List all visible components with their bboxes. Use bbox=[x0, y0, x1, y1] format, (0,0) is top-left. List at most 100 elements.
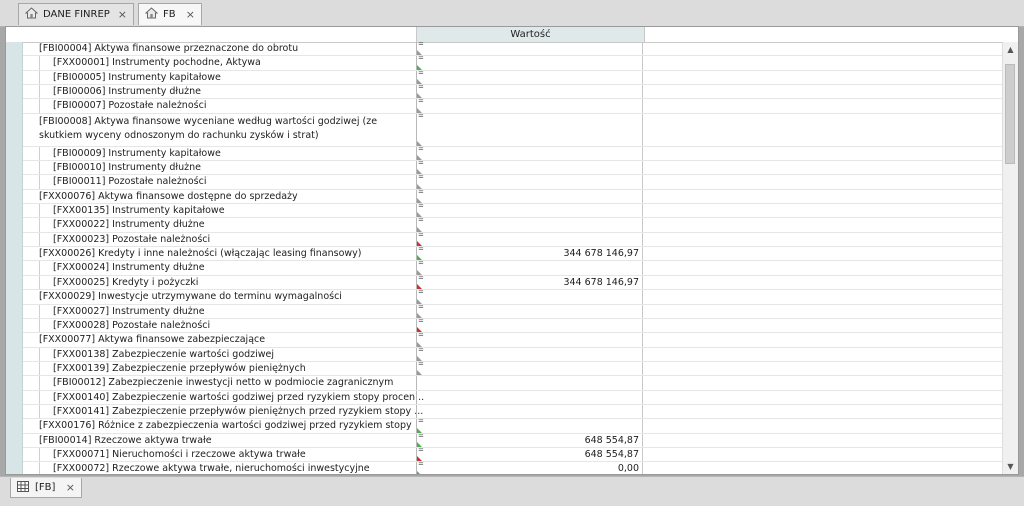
formula-marker-icon: = bbox=[418, 111, 424, 120]
row-label: [FXX00140] Zabezpieczenie wartości godzi… bbox=[53, 391, 425, 403]
home-icon bbox=[144, 7, 159, 22]
row-label: [FXX00022] Instrumenty dłużne bbox=[53, 219, 205, 231]
scroll-down-icon[interactable]: ▼ bbox=[1003, 459, 1018, 474]
close-icon[interactable]: × bbox=[66, 481, 75, 494]
row-label: [FBI00008] Aktywa finansowe wyceniane we… bbox=[39, 115, 378, 141]
cell-value: 344 678 146,97 bbox=[563, 248, 639, 260]
formula-marker-icon: = bbox=[418, 202, 424, 211]
value-cell[interactable]: = bbox=[416, 68, 643, 85]
formula-marker-icon: = bbox=[418, 83, 424, 92]
formula-marker-icon: = bbox=[418, 460, 424, 469]
value-cell[interactable]: = bbox=[416, 345, 643, 361]
table-row: [FXX00135] Instrumenty kapitałowe = bbox=[23, 202, 1003, 219]
value-cell[interactable]: = bbox=[416, 231, 643, 247]
formula-marker-icon: = bbox=[418, 273, 424, 282]
table-row: [FXX00025] Kredyty i pożyczki = 344 678 14… bbox=[23, 273, 1003, 291]
tab-fb[interactable]: FB × bbox=[138, 3, 202, 25]
tree-indent-line bbox=[39, 232, 40, 247]
table-row: [FXX00076] Aktywa finansowe dostępne do … bbox=[23, 188, 1003, 205]
row-label: [FXX00076] Aktywa finansowe dostępne do … bbox=[39, 190, 298, 202]
table-row: [FBI00010] Instrumenty dłużne = bbox=[23, 159, 1003, 176]
formula-marker-icon: = bbox=[418, 245, 424, 254]
table-row: [FXX00140] Zabezpieczenie wartości godzi… bbox=[23, 390, 1003, 405]
cell-value: 648 554,87 bbox=[584, 434, 639, 446]
value-cell[interactable]: = 648 554,87 bbox=[416, 446, 643, 462]
tree-indent-line bbox=[39, 56, 40, 70]
value-cell[interactable] bbox=[416, 376, 643, 390]
status-marker-icon bbox=[417, 370, 422, 376]
sheet-tab-fb[interactable]: [FB] × bbox=[10, 478, 82, 498]
formula-marker-icon: = bbox=[418, 54, 424, 63]
scroll-thumb[interactable] bbox=[1005, 64, 1015, 164]
value-cell[interactable]: = 0,00 bbox=[416, 460, 643, 475]
value-cell[interactable]: = 344 678 146,97 bbox=[416, 245, 643, 261]
row-gutter bbox=[6, 42, 23, 474]
formula-marker-icon: = bbox=[418, 302, 424, 311]
cell-value: 0,00 bbox=[617, 463, 639, 475]
value-cell[interactable]: = bbox=[416, 316, 643, 333]
value-cell[interactable] bbox=[416, 404, 643, 419]
formula-marker-icon: = bbox=[418, 431, 424, 440]
table-row: [FBI00009] Instrumenty kapitałowe = bbox=[23, 145, 1003, 162]
row-label: [FBI00005] Instrumenty kapitałowe bbox=[53, 71, 221, 83]
row-label: [FXX00001] Instrumenty pochodne, Aktywa bbox=[53, 57, 261, 69]
formula-marker-icon: = bbox=[418, 331, 424, 340]
scroll-up-icon[interactable]: ▲ bbox=[1003, 42, 1018, 57]
vertical-scrollbar[interactable]: ▲ ▼ bbox=[1002, 42, 1018, 474]
tree-indent-line bbox=[39, 361, 40, 376]
value-cell[interactable]: = bbox=[416, 360, 643, 376]
row-label: [FXX00135] Instrumenty kapitałowe bbox=[53, 205, 225, 217]
value-cell[interactable]: = bbox=[416, 188, 643, 204]
value-cell[interactable]: = bbox=[416, 97, 643, 113]
row-label: [FXX00176] Różnice z zabezpieczenia wart… bbox=[39, 420, 415, 432]
row-label: [FXX00139] Zabezpieczenie przepływów pie… bbox=[53, 362, 306, 374]
home-icon bbox=[24, 7, 39, 22]
row-label: [FXX00138] Zabezpieczenie wartości godzi… bbox=[53, 348, 275, 360]
row-label: [FXX00141] Zabezpieczenie przepływów pie… bbox=[53, 405, 424, 417]
value-cell[interactable]: = bbox=[416, 302, 643, 318]
table-row: [FXX00139] Zabezpieczenie przepływów pie… bbox=[23, 360, 1003, 377]
value-cell[interactable]: = bbox=[416, 216, 643, 232]
tab-dane-finrep[interactable]: DANE FINREP × bbox=[18, 3, 134, 25]
table-row: [FBI00012] Zabezpieczenie inwestycji net… bbox=[23, 376, 1003, 391]
value-cell[interactable]: = bbox=[416, 173, 643, 189]
value-cell[interactable]: = bbox=[416, 83, 643, 99]
value-cell[interactable]: = 648 554,87 bbox=[416, 431, 643, 447]
value-cell[interactable]: = bbox=[416, 202, 643, 218]
close-icon[interactable]: × bbox=[186, 8, 195, 21]
close-icon[interactable]: × bbox=[118, 8, 127, 21]
column-header-wartosc[interactable]: Wartość bbox=[416, 27, 645, 42]
value-cell[interactable] bbox=[416, 390, 643, 404]
value-cell[interactable]: = bbox=[416, 111, 643, 146]
tree-indent-line bbox=[39, 462, 40, 474]
tree-indent-line bbox=[39, 304, 40, 318]
table-row: [FXX00141] Zabezpieczenie przepływów pie… bbox=[23, 404, 1003, 420]
row-label: [FBI00004] Aktywa finansowe przeznaczone… bbox=[39, 43, 299, 54]
tree-indent-line bbox=[39, 175, 40, 189]
value-cell[interactable]: = bbox=[416, 145, 643, 161]
row-label: [FBI00011] Pozostałe należności bbox=[53, 176, 207, 188]
table-row: [FBI00005] Instrumenty kapitałowe = bbox=[23, 68, 1003, 86]
value-cell[interactable]: = bbox=[416, 54, 643, 70]
value-cell[interactable]: = bbox=[416, 259, 643, 275]
table-row: [FXX00071] Nieruchomości i rzeczowe akty… bbox=[23, 446, 1003, 463]
formula-marker-icon: = bbox=[418, 68, 424, 77]
value-cell[interactable]: = bbox=[416, 288, 643, 304]
tree-indent-line bbox=[39, 275, 40, 290]
cell-value: 648 554,87 bbox=[584, 448, 639, 460]
tree-indent-line bbox=[39, 70, 40, 85]
tree-indent-line bbox=[39, 447, 40, 462]
formula-marker-icon: = bbox=[418, 345, 424, 354]
value-cell[interactable]: = bbox=[416, 40, 643, 56]
tree-indent-line bbox=[39, 390, 40, 404]
tree-indent-line bbox=[39, 347, 40, 361]
value-cell[interactable]: = 344 678 146,97 bbox=[416, 273, 643, 290]
formula-marker-icon: = bbox=[418, 316, 424, 325]
sheet-tab-label: [FB] bbox=[35, 482, 56, 493]
value-cell[interactable]: = bbox=[416, 417, 643, 433]
formula-marker-icon: = bbox=[418, 259, 424, 268]
row-label: [FXX00071] Nieruchomości i rzeczowe akty… bbox=[53, 448, 306, 460]
tree-indent-line bbox=[39, 261, 40, 275]
value-cell[interactable]: = bbox=[416, 331, 643, 347]
value-cell[interactable]: = bbox=[416, 159, 643, 175]
